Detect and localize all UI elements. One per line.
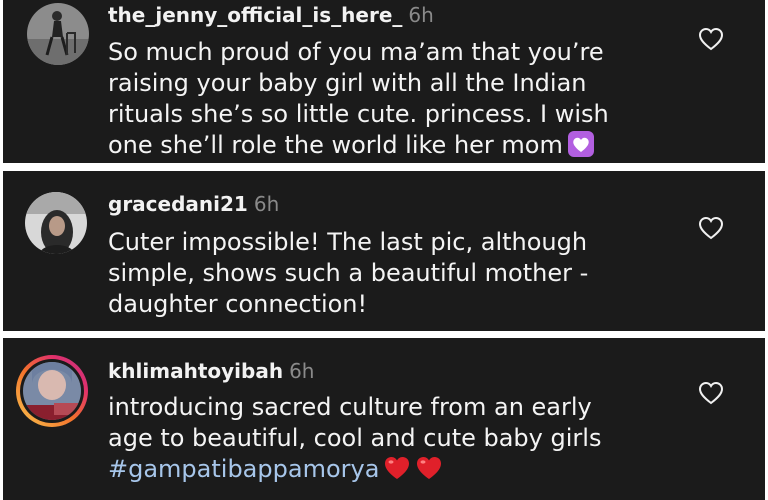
avatar-with-story-ring[interactable] bbox=[14, 353, 90, 429]
comment-line: simple, shows such a beautiful mother - bbox=[108, 259, 589, 287]
comment-line: one she’ll role the world like her mom bbox=[108, 131, 563, 159]
comment-text: So much proud of you ma’am that you’re r… bbox=[108, 37, 678, 161]
heart-outline-icon[interactable] bbox=[696, 24, 726, 54]
heart-outline-icon[interactable] bbox=[696, 378, 726, 408]
red-heart-emoji bbox=[415, 454, 443, 482]
comment-line: introducing sacred culture from an early bbox=[108, 393, 592, 421]
comment-item: khlimahtoyibah 6h introducing sacred cult… bbox=[3, 338, 765, 500]
timestamp: 6h bbox=[408, 3, 434, 27]
comment-item: gracedani21 6h Cuter impossible! The last… bbox=[3, 171, 765, 331]
comment-line: daughter connection! bbox=[108, 290, 368, 318]
username-text[interactable]: gracedani21 bbox=[108, 192, 248, 216]
red-heart-emoji bbox=[383, 454, 411, 482]
comments-list: the_jenny_official_is_here_ 6h So much pr… bbox=[0, 0, 768, 500]
purple-heart-emoji bbox=[567, 130, 595, 158]
username-text[interactable]: the_jenny_official_is_here_ bbox=[108, 3, 402, 27]
username[interactable]: gracedani21 6h bbox=[108, 192, 279, 216]
hashtag-link[interactable]: #gampatibappamorya bbox=[108, 455, 379, 483]
comment-text: Cuter impossible! The last pic, although… bbox=[108, 227, 678, 320]
comment-line: age to beautiful, cool and cute baby gir… bbox=[108, 424, 602, 452]
comment-line: raising your baby girl with all the Indi… bbox=[108, 69, 587, 97]
comment-line: Cuter impossible! The last pic, although bbox=[108, 228, 588, 256]
avatar[interactable] bbox=[25, 192, 87, 254]
username[interactable]: khlimahtoyibah 6h bbox=[108, 359, 314, 383]
username[interactable]: the_jenny_official_is_here_ 6h bbox=[108, 3, 434, 27]
comment-line: rituals she’s so little cute. princess. … bbox=[108, 100, 609, 128]
partial-emoji-row bbox=[418, 156, 508, 163]
comment-text: introducing sacred culture from an early… bbox=[108, 392, 678, 485]
heart-outline-icon[interactable] bbox=[696, 213, 726, 243]
avatar[interactable] bbox=[27, 3, 89, 65]
username-text[interactable]: khlimahtoyibah bbox=[108, 359, 283, 383]
comment-line: So much proud of you ma’am that you’re bbox=[108, 38, 604, 66]
timestamp: 6h bbox=[253, 192, 280, 216]
timestamp: 6h bbox=[289, 359, 315, 383]
comment-item: the_jenny_official_is_here_ 6h So much pr… bbox=[3, 0, 765, 163]
